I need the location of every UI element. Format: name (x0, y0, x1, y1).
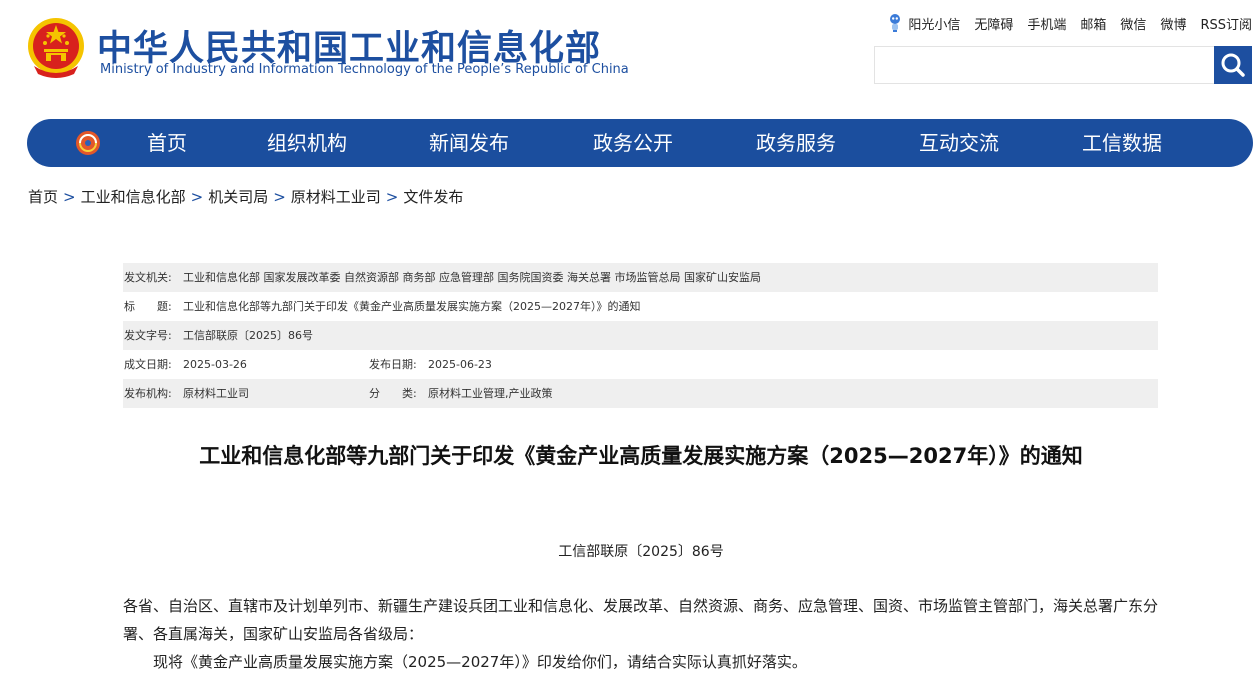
search-button[interactable] (1214, 46, 1252, 84)
nav-news[interactable]: 新闻发布 (429, 119, 509, 167)
body-paragraph-notice: 现将《黄金产业高质量发展实施方案（2025—2027年）》印发给你们，请结合实际… (153, 653, 807, 671)
wechat-link[interactable]: 微信 (1120, 14, 1146, 33)
breadcrumb-separator: > (63, 188, 76, 206)
site-title-en: Ministry of Industry and Information Tec… (100, 62, 629, 77)
breadcrumb-departments[interactable]: 机关司局 (208, 188, 268, 206)
rss-link[interactable]: RSS订阅 (1200, 14, 1252, 33)
body-paragraph-addressees: 各省、自治区、直辖市及计划单列市、新疆生产建设兵团工业和信息化、发展改革、自然资… (123, 597, 1159, 643)
breadcrumb-separator: > (273, 188, 286, 206)
sunshine-xiaoxin-label: 阳光小信 (908, 17, 961, 33)
mobile-link[interactable]: 手机端 (1027, 14, 1066, 33)
robot-icon (890, 14, 901, 32)
document-body: 各省、自治区、直辖市及计划单列市、新疆生产建设兵团工业和信息化、发展改革、自然资… (123, 592, 1163, 676)
docno-value: 工信部联原〔2025〕86号 (183, 329, 313, 342)
category-label: 分 类: (369, 387, 417, 400)
breadcrumb: 首页 > 工业和信息化部 > 机关司局 > 原材料工业司 > 文件发布 (28, 186, 463, 207)
breadcrumb-home[interactable]: 首页 (28, 188, 58, 206)
created-date-value: 2025-03-26 (183, 358, 247, 371)
breadcrumb-documents[interactable]: 文件发布 (403, 188, 463, 206)
category-value: 原材料工业管理,产业政策 (428, 387, 553, 400)
breadcrumb-ministry[interactable]: 工业和信息化部 (81, 188, 186, 206)
meta-row-issuer: 发文机关: 工业和信息化部 国家发展改革委 自然资源部 商务部 应急管理部 国务… (123, 263, 1158, 292)
org-value: 原材料工业司 (183, 387, 249, 400)
published-date-label: 发布日期: (369, 358, 417, 371)
org-label: 发布机构: (124, 387, 172, 400)
accessibility-link[interactable]: 无障碍 (974, 14, 1013, 33)
meta-row-title: 标 题: 工业和信息化部等九部门关于印发《黄金产业高质量发展实施方案（2025—… (123, 292, 1158, 321)
created-date-label: 成文日期: (124, 358, 172, 371)
search-input[interactable] (874, 46, 1214, 84)
nav-home[interactable]: 首页 (147, 119, 187, 167)
breadcrumb-raw-materials[interactable]: 原材料工业司 (291, 188, 381, 206)
nav-services[interactable]: 政务服务 (756, 119, 836, 167)
nav-government-affairs[interactable]: 政务公开 (593, 119, 673, 167)
document-title: 工业和信息化部等九部门关于印发《黄金产业高质量发展实施方案（2025—2027年… (199, 444, 1083, 468)
meta-row-docno: 发文字号: 工信部联原〔2025〕86号 (123, 321, 1158, 350)
document-number: 工信部联原〔2025〕86号 (558, 544, 724, 560)
issuer-label: 发文机关: (124, 271, 172, 284)
meta-row-org: 发布机构: 原材料工业司 分 类: 原材料工业管理,产业政策 (123, 379, 1158, 408)
document-metadata-table: 发文机关: 工业和信息化部 国家发展改革委 自然资源部 商务部 应急管理部 国务… (123, 263, 1158, 408)
docno-label: 发文字号: (124, 329, 172, 342)
national-emblem-icon (28, 18, 84, 78)
breadcrumb-separator: > (385, 188, 399, 206)
breadcrumb-separator: > (190, 188, 204, 206)
meta-row-dates: 成文日期: 2025-03-26 发布日期: 2025-06-23 (123, 350, 1158, 379)
sunshine-xiaoxin-link[interactable]: 阳光小信 (888, 13, 960, 33)
issuer-value: 工业和信息化部 国家发展改革委 自然资源部 商务部 应急管理部 国务院国资委 海… (183, 271, 761, 284)
nav-organization[interactable]: 组织机构 (267, 119, 347, 167)
title-value: 工业和信息化部等九部门关于印发《黄金产业高质量发展实施方案（2025—2027年… (183, 300, 641, 313)
miit-logo-icon (76, 131, 100, 155)
site-header: 中华人民共和国工业和信息化部 Ministry of Industry and … (0, 0, 1260, 110)
weibo-link[interactable]: 微博 (1160, 14, 1186, 33)
mailbox-link[interactable]: 邮箱 (1080, 14, 1106, 33)
nav-data[interactable]: 工信数据 (1082, 119, 1162, 167)
title-label: 标 题: (124, 300, 172, 313)
published-date-value: 2025-06-23 (428, 358, 492, 371)
nav-interaction[interactable]: 互动交流 (919, 119, 999, 167)
main-nav: 首页 组织机构 新闻发布 政务公开 政务服务 互动交流 工信数据 (27, 119, 1253, 167)
top-links: 阳光小信 无障碍 手机端 邮箱 微信 微博 RSS订阅 (888, 13, 1252, 33)
search-icon (1221, 53, 1245, 77)
